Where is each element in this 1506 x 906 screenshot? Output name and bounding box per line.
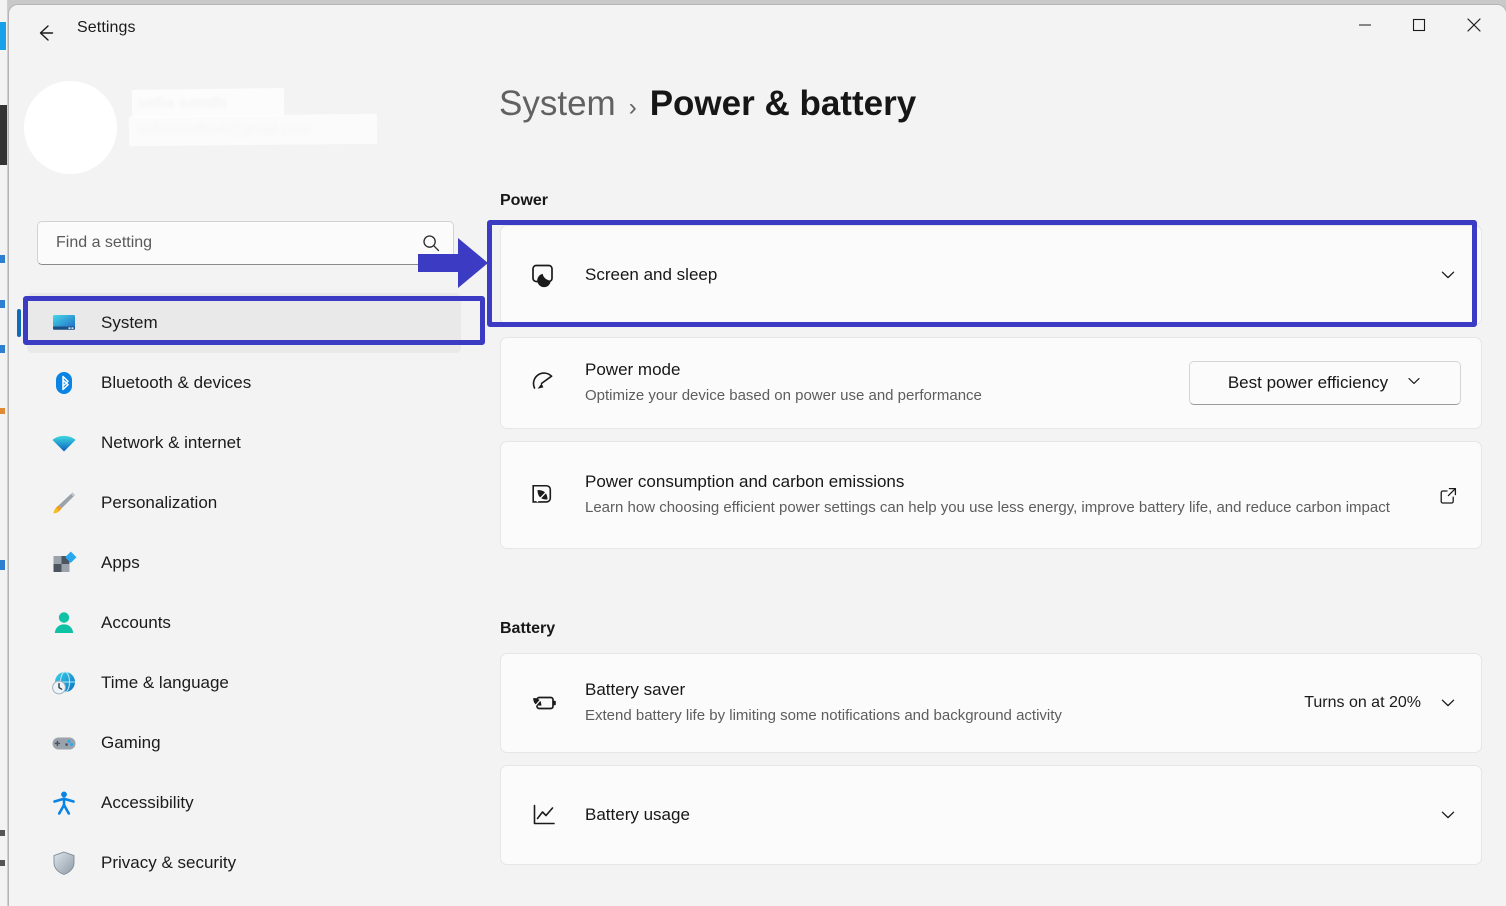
card-screen-and-sleep[interactable]: Screen and sleep bbox=[500, 225, 1482, 325]
sidebar-item-label: Network & internet bbox=[101, 433, 241, 453]
back-button[interactable] bbox=[27, 18, 63, 48]
breadcrumb: System › Power & battery bbox=[499, 84, 916, 124]
sidebar-item-privacy-security[interactable]: Privacy & security bbox=[27, 833, 461, 893]
sidebar-item-personalization[interactable]: Personalization bbox=[27, 473, 461, 533]
sidebar-item-bluetooth-devices[interactable]: Bluetooth & devices bbox=[27, 353, 461, 413]
power-mode-value: Best power efficiency bbox=[1228, 373, 1388, 393]
card-title: Battery saver bbox=[585, 680, 1304, 700]
sidebar-item-label: Apps bbox=[101, 553, 140, 573]
sidebar-item-gaming[interactable]: Gaming bbox=[27, 713, 461, 773]
close-button[interactable] bbox=[1450, 5, 1497, 45]
page-title: Power & battery bbox=[650, 84, 916, 124]
window-title: Settings bbox=[77, 19, 136, 37]
accessibility-icon bbox=[49, 788, 79, 818]
sidebar-item-network-internet[interactable]: Network & internet bbox=[27, 413, 461, 473]
card-actions: Turns on at 20% bbox=[1304, 694, 1461, 712]
main-content: System › Power & battery Power Screen an… bbox=[479, 53, 1506, 906]
card-title: Screen and sleep bbox=[585, 265, 1435, 285]
sidebar-item-label: Privacy & security bbox=[101, 853, 236, 873]
sidebar-item-label: Accessibility bbox=[101, 793, 194, 813]
chevron-down-icon bbox=[1406, 373, 1422, 394]
sidebar-nav: System Bluetooth & devices bbox=[9, 293, 479, 893]
wifi-icon bbox=[49, 428, 79, 458]
sidebar-item-system[interactable]: System bbox=[27, 293, 461, 353]
shield-icon bbox=[49, 848, 79, 878]
card-power-mode[interactable]: Power mode Optimize your device based on… bbox=[500, 337, 1482, 429]
chart-line-icon bbox=[527, 798, 561, 832]
sidebar-item-label: Personalization bbox=[101, 493, 217, 513]
battery-leaf-icon bbox=[527, 686, 561, 720]
paintbrush-icon bbox=[49, 488, 79, 518]
chevron-down-icon[interactable] bbox=[1435, 266, 1461, 284]
screen-root: Settings sofia sondh bbox=[0, 0, 1506, 906]
power-mode-dropdown[interactable]: Best power efficiency bbox=[1189, 361, 1461, 405]
title-bar: Settings bbox=[9, 5, 1506, 53]
breadcrumb-separator-icon: › bbox=[629, 94, 637, 122]
person-icon bbox=[49, 608, 79, 638]
screen-moon-icon bbox=[527, 258, 561, 292]
maximize-icon bbox=[1412, 18, 1426, 32]
section-heading-battery: Battery bbox=[500, 620, 555, 638]
redaction-overlay-email bbox=[129, 114, 377, 147]
card-title: Power consumption and carbon emissions bbox=[585, 472, 1435, 492]
minimize-button[interactable] bbox=[1341, 5, 1388, 45]
chevron-down-icon[interactable] bbox=[1435, 806, 1461, 824]
card-title: Power mode bbox=[585, 360, 1189, 380]
sidebar-item-label: System bbox=[101, 313, 158, 333]
card-title: Battery usage bbox=[585, 805, 1435, 825]
gauge-icon bbox=[527, 366, 561, 400]
search-box[interactable] bbox=[37, 221, 454, 265]
card-actions bbox=[1435, 486, 1461, 505]
monitor-icon bbox=[49, 308, 79, 338]
avatar bbox=[24, 81, 117, 174]
external-link-icon[interactable] bbox=[1435, 486, 1461, 505]
sidebar-item-accessibility[interactable]: Accessibility bbox=[27, 773, 461, 833]
card-power-consumption-carbon[interactable]: Power consumption and carbon emissions L… bbox=[500, 441, 1482, 549]
card-battery-saver[interactable]: Battery saver Extend battery life by lim… bbox=[500, 653, 1482, 753]
settings-window: Settings sofia sondh bbox=[9, 5, 1506, 906]
close-icon bbox=[1466, 17, 1482, 33]
breadcrumb-parent[interactable]: System bbox=[499, 84, 616, 124]
maximize-button[interactable] bbox=[1395, 5, 1442, 45]
apps-icon bbox=[49, 548, 79, 578]
card-actions bbox=[1435, 266, 1461, 284]
section-heading-power: Power bbox=[500, 192, 548, 210]
search-icon bbox=[409, 233, 453, 253]
gamepad-icon bbox=[49, 728, 79, 758]
sidebar-item-label: Accounts bbox=[101, 613, 171, 633]
card-text: Battery usage bbox=[585, 805, 1435, 825]
sidebar: sofia sondh sofiasondh94@gmail.com bbox=[9, 53, 479, 906]
card-actions bbox=[1435, 806, 1461, 824]
card-subtitle: Extend battery life by limiting some not… bbox=[585, 705, 1304, 727]
leaf-icon bbox=[527, 478, 561, 512]
minimize-icon bbox=[1358, 18, 1372, 32]
redaction-overlay-name bbox=[132, 88, 284, 118]
card-text: Power mode Optimize your device based on… bbox=[585, 360, 1189, 407]
battery-saver-value: Turns on at 20% bbox=[1304, 694, 1421, 712]
clock-globe-icon bbox=[49, 668, 79, 698]
sidebar-item-label: Bluetooth & devices bbox=[101, 373, 251, 393]
card-battery-usage[interactable]: Battery usage bbox=[500, 765, 1482, 865]
card-subtitle: Learn how choosing efficient power setti… bbox=[585, 497, 1415, 519]
bluetooth-icon bbox=[49, 368, 79, 398]
sidebar-item-time-language[interactable]: Time & language bbox=[27, 653, 461, 713]
card-text: Power consumption and carbon emissions L… bbox=[585, 472, 1435, 519]
card-text: Screen and sleep bbox=[585, 265, 1435, 285]
user-profile[interactable]: sofia sondh sofiasondh94@gmail.com bbox=[24, 81, 444, 173]
back-arrow-icon bbox=[34, 22, 56, 44]
search-input[interactable] bbox=[38, 234, 409, 252]
sidebar-item-label: Time & language bbox=[101, 673, 229, 693]
chevron-down-icon[interactable] bbox=[1435, 694, 1461, 712]
sidebar-item-label: Gaming bbox=[101, 733, 161, 753]
background-window-sliver bbox=[0, 0, 8, 906]
sidebar-item-accounts[interactable]: Accounts bbox=[27, 593, 461, 653]
card-subtitle: Optimize your device based on power use … bbox=[585, 385, 1189, 407]
card-text: Battery saver Extend battery life by lim… bbox=[585, 680, 1304, 727]
card-actions: Best power efficiency bbox=[1189, 361, 1461, 405]
sidebar-item-apps[interactable]: Apps bbox=[27, 533, 461, 593]
